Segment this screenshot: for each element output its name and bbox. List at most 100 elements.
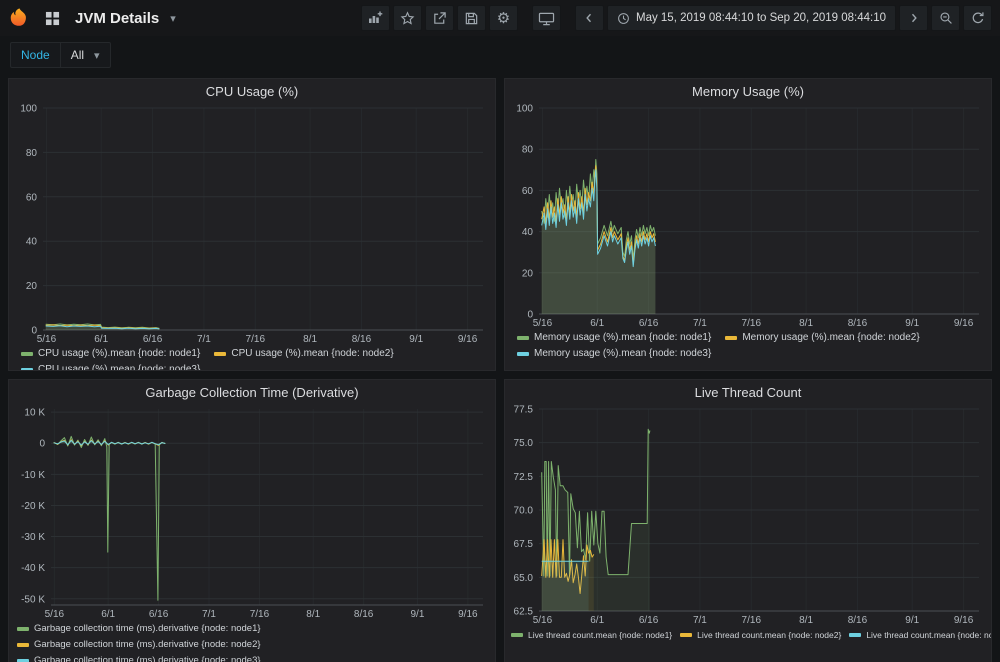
legend-color-dash <box>17 627 29 631</box>
add-panel-icon <box>367 10 383 26</box>
share-button[interactable] <box>425 5 454 31</box>
legend-item[interactable]: Memory usage (%).mean {node: node3} <box>517 347 711 361</box>
svg-text:8/1: 8/1 <box>799 318 813 329</box>
panel-title[interactable]: Memory Usage (%) <box>505 79 991 100</box>
svg-text:20: 20 <box>26 281 38 292</box>
legend-label: Memory usage (%).mean {node: node1} <box>534 331 711 345</box>
legend-item[interactable]: Garbage collection time (ms).derivative … <box>17 638 261 652</box>
legend-item[interactable]: CPU usage (%).mean {node: node3} <box>21 363 200 371</box>
save-icon <box>464 11 479 26</box>
svg-text:5/16: 5/16 <box>45 609 65 620</box>
legend-item[interactable]: Live thread count.mean {node: node3} <box>849 628 992 642</box>
variable-node-label: Node <box>10 42 60 68</box>
memory-usage-chart[interactable]: 5/166/16/167/17/168/18/169/19/1602040608… <box>505 100 991 330</box>
dashboards-button[interactable] <box>38 5 67 31</box>
svg-text:0: 0 <box>527 310 533 321</box>
svg-text:-50 K: -50 K <box>21 594 45 605</box>
svg-text:-40 K: -40 K <box>21 563 45 574</box>
svg-text:7/1: 7/1 <box>202 609 216 620</box>
legend-color-dash <box>517 352 529 356</box>
variable-node: Node All ▾ <box>10 42 111 68</box>
svg-text:67.5: 67.5 <box>514 539 534 550</box>
grafana-logo[interactable] <box>8 7 30 29</box>
tv-mode-button[interactable] <box>532 5 561 31</box>
share-icon <box>432 11 447 26</box>
monitor-icon <box>538 11 555 26</box>
refresh-button[interactable] <box>963 5 992 31</box>
svg-text:6/1: 6/1 <box>101 609 115 620</box>
legend-item[interactable]: Garbage collection time (ms).derivative … <box>17 622 261 636</box>
svg-text:7/16: 7/16 <box>246 334 266 345</box>
legend-label: Live thread count.mean {node: node3} <box>866 628 992 642</box>
legend: Live thread count.mean {node: node1} Live… <box>505 627 991 642</box>
zoom-out-button[interactable] <box>931 5 960 31</box>
svg-text:-30 K: -30 K <box>21 532 45 543</box>
legend-item[interactable]: Garbage collection time (ms).derivative … <box>17 654 261 662</box>
star-button[interactable] <box>393 5 422 31</box>
svg-text:9/1: 9/1 <box>905 615 919 626</box>
refresh-icon <box>971 11 985 25</box>
time-range-picker[interactable]: May 15, 2019 08:44:10 to Sep 20, 2019 08… <box>607 5 896 31</box>
svg-text:5/16: 5/16 <box>533 615 553 626</box>
panel-title[interactable]: Live Thread Count <box>505 380 991 401</box>
svg-text:0: 0 <box>39 439 45 450</box>
time-forward-button[interactable] <box>899 5 928 31</box>
live-thread-count-chart[interactable]: 5/166/16/167/17/168/18/169/19/1662.565.0… <box>505 401 991 627</box>
svg-text:40: 40 <box>26 237 38 248</box>
svg-text:65.0: 65.0 <box>514 573 534 584</box>
svg-text:6/1: 6/1 <box>590 318 604 329</box>
svg-text:6/16: 6/16 <box>149 609 169 620</box>
panel-title[interactable]: CPU Usage (%) <box>9 79 495 100</box>
svg-text:6/1: 6/1 <box>590 615 604 626</box>
legend-color-dash <box>725 336 737 340</box>
legend: Memory usage (%).mean {node: node1} Memor… <box>505 330 991 361</box>
legend-label: Memory usage (%).mean {node: node3} <box>534 347 711 361</box>
svg-text:100: 100 <box>516 104 533 115</box>
svg-text:9/1: 9/1 <box>410 609 424 620</box>
time-back-button[interactable] <box>575 5 604 31</box>
dashboard-grid: CPU Usage (%) 5/166/16/167/17/168/18/169… <box>0 74 1000 662</box>
add-panel-button[interactable] <box>361 5 390 31</box>
svg-text:7/16: 7/16 <box>250 609 270 620</box>
chevron-right-icon <box>908 12 920 24</box>
legend-color-dash <box>680 633 692 637</box>
svg-text:9/16: 9/16 <box>458 609 478 620</box>
dashboard-title[interactable]: JVM Details <box>75 10 159 27</box>
legend-item[interactable]: CPU usage (%).mean {node: node1} <box>21 347 200 361</box>
legend-color-dash <box>214 352 226 356</box>
legend-color-dash <box>849 633 861 637</box>
legend-item[interactable]: Live thread count.mean {node: node2} <box>680 628 841 642</box>
panel-title[interactable]: Garbage Collection Time (Derivative) <box>9 380 495 401</box>
save-button[interactable] <box>457 5 486 31</box>
gc-time-chart[interactable]: 5/166/16/167/17/168/18/169/19/1610 K0-10… <box>9 401 495 621</box>
legend-item[interactable]: Live thread count.mean {node: node1} <box>511 628 672 642</box>
svg-text:7/16: 7/16 <box>742 318 762 329</box>
svg-text:7/1: 7/1 <box>197 334 211 345</box>
svg-text:6/16: 6/16 <box>639 318 659 329</box>
svg-text:5/16: 5/16 <box>533 318 553 329</box>
settings-button[interactable]: ⚙ <box>489 5 518 31</box>
svg-text:60: 60 <box>26 192 38 203</box>
legend-color-dash <box>511 633 523 637</box>
svg-text:-10 K: -10 K <box>21 470 45 481</box>
clock-icon <box>617 12 630 25</box>
svg-text:72.5: 72.5 <box>514 472 534 483</box>
legend-item[interactable]: Memory usage (%).mean {node: node1} <box>517 331 711 345</box>
variable-node-dropdown[interactable]: All ▾ <box>60 42 111 68</box>
submenu: Node All ▾ <box>0 36 1000 74</box>
chevron-left-icon <box>583 12 595 24</box>
legend-label: Garbage collection time (ms).derivative … <box>34 654 261 662</box>
legend-item[interactable]: CPU usage (%).mean {node: node2} <box>214 347 393 361</box>
legend-label: Live thread count.mean {node: node1} <box>528 628 672 642</box>
svg-text:75.0: 75.0 <box>514 438 534 449</box>
legend-label: Garbage collection time (ms).derivative … <box>34 622 261 636</box>
legend-label: Live thread count.mean {node: node2} <box>697 628 841 642</box>
svg-text:0: 0 <box>31 326 37 337</box>
title-caret-down-icon[interactable]: ▾ <box>170 12 176 25</box>
svg-text:20: 20 <box>522 268 534 279</box>
time-range-text: May 15, 2019 08:44:10 to Sep 20, 2019 08… <box>636 12 886 24</box>
legend-item[interactable]: Memory usage (%).mean {node: node2} <box>725 331 919 345</box>
legend-color-dash <box>17 643 29 647</box>
zoom-out-icon <box>939 11 953 25</box>
cpu-usage-chart[interactable]: 5/166/16/167/17/168/18/169/19/1602040608… <box>9 100 495 346</box>
